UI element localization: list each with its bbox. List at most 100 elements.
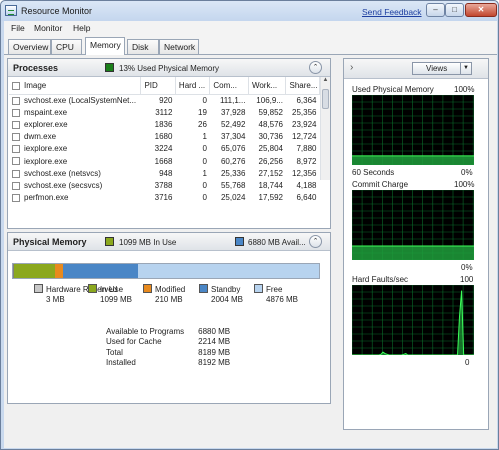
process-checkbox[interactable]	[12, 181, 20, 190]
process-checkbox[interactable]	[12, 157, 20, 166]
processes-header[interactable]: Processes 13% Used Physical Memory ⌃	[8, 59, 330, 77]
process-value-cell: 19	[198, 107, 207, 117]
used-physical-memory-title: Used Physical Memory	[352, 85, 434, 94]
process-checkbox[interactable]	[12, 133, 20, 142]
process-value-cell: 17,592	[258, 193, 283, 203]
process-checkbox[interactable]	[12, 145, 20, 154]
hard-faults-min: 0	[465, 358, 470, 367]
processes-panel: Processes 13% Used Physical Memory ⌃ Ima…	[7, 58, 331, 229]
process-value-cell: 25,804	[258, 144, 283, 154]
menu-file[interactable]: File	[11, 23, 25, 33]
process-value-cell: 25,356	[292, 107, 317, 117]
process-image-cell: svchost.exe (LocalSystemNet...	[9, 94, 141, 106]
process-image-cell: mspaint.exe	[9, 106, 141, 118]
process-value-cell: 106,9...	[256, 95, 283, 105]
hard-faults-title: Hard Faults/sec	[352, 275, 409, 284]
process-value-cell: 25,024	[220, 193, 246, 203]
process-value-cell: 30,736	[258, 132, 283, 142]
tab-memory[interactable]: Memory	[85, 37, 125, 55]
commit-charge-title: Commit Charge	[352, 180, 409, 189]
minimize-button[interactable]: –	[426, 3, 445, 17]
stat-row: Available to Programs 6880 MB	[106, 326, 230, 337]
stat-value: 2214 MB	[198, 337, 231, 347]
process-value-cell: 37,928	[220, 107, 246, 117]
column-hard-faults[interactable]: Hard ...	[175, 77, 211, 95]
menu-monitor[interactable]: Monitor	[34, 23, 62, 33]
column-pid[interactable]: PID	[140, 77, 176, 95]
physical-memory-collapse-button[interactable]: ⌃	[309, 235, 322, 248]
process-image-cell: iexplore.exe	[9, 155, 141, 167]
tab-network[interactable]: Network	[159, 39, 199, 54]
processes-collapse-button[interactable]: ⌃	[309, 61, 322, 74]
processes-scrollbar[interactable]: ▲	[320, 77, 330, 180]
stat-value: 8189 MB	[198, 347, 231, 357]
column-commit[interactable]: Com...	[209, 77, 249, 95]
process-value-cell: 52,492	[220, 119, 246, 129]
process-value-cell: 12,724	[292, 132, 317, 142]
process-value-cell: 3224	[154, 144, 173, 154]
process-value-cell: 920	[159, 95, 173, 105]
process-image-cell: iexplore.exe	[9, 143, 141, 155]
process-value-cell: 3112	[155, 107, 173, 117]
process-checkbox[interactable]	[12, 193, 20, 202]
column-shareable[interactable]: Share...	[285, 77, 320, 95]
legend-free: Free 4876 MB	[254, 284, 298, 305]
tab-cpu[interactable]: CPU	[51, 39, 82, 54]
process-checkbox[interactable]	[12, 169, 20, 178]
in-use-stat: 1099 MB In Use	[119, 238, 177, 247]
process-row[interactable]: mspaint.exe 3112 19 37,928 59,852 25,356	[9, 106, 320, 118]
resource-monitor-app-icon	[5, 5, 17, 16]
process-value-cell: 0	[202, 156, 207, 166]
process-value-cell: 1	[202, 132, 207, 142]
select-all-checkbox[interactable]	[12, 81, 20, 90]
process-row[interactable]: iexplore.exe 3224 0 65,076 25,804 7,880	[9, 143, 320, 155]
legend-modified: Modified 210 MB	[143, 284, 185, 305]
process-value-cell: 1	[202, 168, 207, 178]
physical-memory-header[interactable]: Physical Memory 1099 MB In Use 6880 MB A…	[8, 233, 330, 251]
views-label: Views	[426, 64, 448, 73]
process-value-cell: 18,744	[258, 180, 283, 190]
title-bar[interactable]: Resource Monitor Send Feedback – □ ✕	[1, 1, 498, 21]
process-image-cell: explorer.exe	[9, 118, 141, 130]
process-row[interactable]: svchost.exe (netsvcs) 948 1 25,336 27,152 12,…	[9, 167, 320, 179]
views-dropdown[interactable]: Views ▼	[412, 62, 472, 75]
process-value-cell: 6,640	[296, 193, 317, 203]
process-checkbox[interactable]	[12, 120, 20, 129]
process-value-cell: 6,364	[296, 95, 317, 105]
process-value-cell: 55,768	[220, 180, 246, 190]
send-feedback-link[interactable]: Send Feedback	[362, 7, 422, 17]
processes-title: Processes	[13, 63, 59, 73]
commit-charge-fill	[352, 246, 474, 260]
physical-memory-panel: Physical Memory 1099 MB In Use 6880 MB A…	[7, 232, 331, 404]
tab-overview[interactable]: Overview	[8, 39, 51, 54]
column-image[interactable]: Image	[9, 77, 142, 95]
process-checkbox[interactable]	[12, 96, 20, 105]
close-button[interactable]: ✕	[465, 3, 497, 17]
processes-table: Image PID Hard ... Com... Work... Share.…	[9, 77, 320, 204]
process-checkbox[interactable]	[12, 108, 20, 117]
process-value-cell: 0	[202, 144, 207, 154]
process-value-cell: 7,880	[296, 144, 317, 154]
tab-disk[interactable]: Disk	[127, 39, 159, 54]
commit-charge-min: 0%	[461, 263, 473, 272]
stat-label: Total	[106, 347, 123, 357]
scroll-up-icon[interactable]: ▲	[321, 77, 330, 87]
column-working-set[interactable]: Work...	[248, 77, 287, 95]
process-row[interactable]: perfmon.exe 3716 0 25,024 17,592 6,640	[9, 192, 320, 204]
process-row[interactable]: svchost.exe (secsvcs) 3788 0 55,768 18,744 4,…	[9, 179, 320, 191]
process-row[interactable]: iexplore.exe 1668 0 60,276 26,256 8,972	[9, 155, 320, 167]
scroll-thumb[interactable]	[322, 89, 329, 109]
process-row[interactable]: dwm.exe 1680 1 37,304 30,736 12,724	[9, 131, 320, 143]
expand-graphs-icon[interactable]: ›	[350, 62, 353, 73]
commit-charge-graph	[352, 190, 474, 260]
used-physical-memory-min: 0%	[461, 168, 473, 177]
client-area: File Monitor Help Overview CPU Memory Di…	[4, 21, 497, 448]
process-row[interactable]: explorer.exe 1836 26 52,492 48,576 23,924	[9, 118, 320, 130]
window-title: Resource Monitor	[21, 6, 93, 16]
stat-value: 8192 MB	[198, 358, 231, 368]
process-row[interactable]: svchost.exe (LocalSystemNet... 920 0 111,1.…	[9, 94, 320, 106]
menu-help[interactable]: Help	[73, 23, 90, 33]
maximize-button[interactable]: □	[445, 3, 464, 17]
hard-faults-line	[352, 290, 474, 355]
process-value-cell: 3716	[154, 193, 173, 203]
